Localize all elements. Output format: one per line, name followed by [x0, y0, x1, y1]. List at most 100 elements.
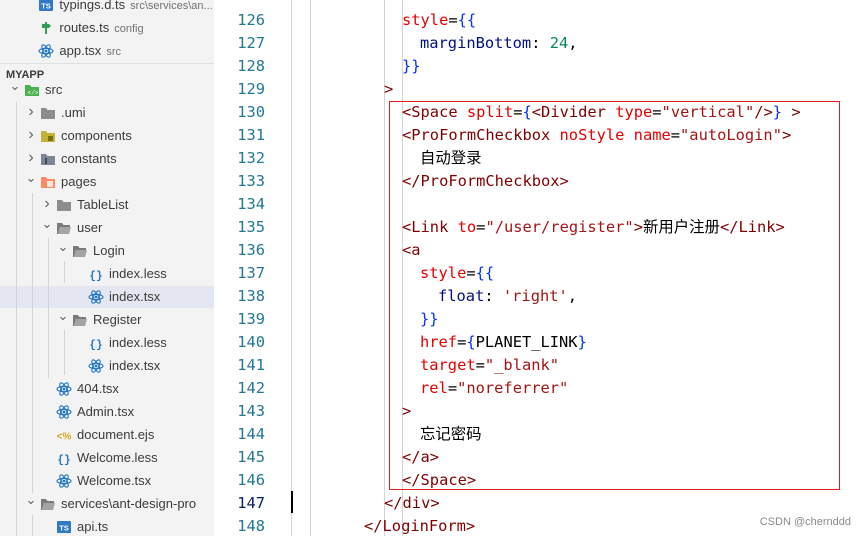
tree-item[interactable]: ⌄ pages — [0, 170, 214, 193]
constants-folder-icon — [40, 151, 56, 167]
file-label: TableList — [77, 197, 129, 212]
components-folder-icon — [40, 128, 56, 144]
code-line[interactable]: </div> — [384, 492, 440, 515]
chevron-down-icon[interactable]: ⌄ — [56, 236, 70, 258]
line-number: 132 — [237, 149, 265, 167]
svg-text:TS: TS — [42, 2, 52, 11]
svg-text:{}: {} — [89, 271, 102, 283]
folder-open-icon — [40, 496, 56, 512]
tree-item[interactable]: › components — [0, 125, 214, 147]
indent-guide — [64, 261, 65, 283]
indent-guide — [64, 330, 65, 375]
line-number: 129 — [237, 80, 265, 98]
line-number: 148 — [237, 517, 265, 535]
file-label: Login — [93, 243, 125, 258]
code-editor[interactable]: <div 126 style={{127 marginBottom: 24, 128}}… — [214, 0, 865, 536]
explorer-panel: TS typings.d.ts src\services\an... routes.t… — [0, 0, 214, 536]
code-token: 24 — [549, 34, 569, 52]
react-file-icon — [56, 381, 72, 397]
file-label: index.tsx — [109, 358, 161, 373]
code-token: }} — [402, 57, 421, 75]
line-number: 127 — [237, 34, 265, 52]
indent-guide — [32, 515, 33, 536]
line-number: 142 — [237, 379, 265, 397]
chevron-right-icon[interactable]: › — [40, 193, 54, 215]
file-label: constants — [61, 151, 117, 166]
chevron-down-icon[interactable]: ⌄ — [8, 75, 22, 97]
chevron-down-icon[interactable]: ⌄ — [24, 489, 38, 511]
file-description: src\services\an... — [130, 0, 213, 12]
code-token: , — [568, 34, 578, 52]
typescript-file-icon: TS — [38, 0, 54, 13]
code-token: {{ — [457, 11, 477, 29]
file-label: components — [61, 128, 132, 143]
line-number: 136 — [237, 241, 265, 259]
line-number: 126 — [237, 11, 265, 29]
line-number: 130 — [237, 103, 265, 121]
file-label: index.tsx — [109, 289, 161, 304]
folder-open-icon — [56, 220, 72, 236]
file-label: app.tsx — [59, 43, 102, 58]
code-token: <div — [384, 0, 421, 4]
tree-item[interactable]: › .umi — [0, 102, 214, 124]
react-file-icon — [88, 289, 104, 305]
chevron-right-icon[interactable]: › — [24, 101, 38, 123]
chevron-right-icon[interactable]: › — [24, 124, 38, 146]
indent-guide — [32, 193, 33, 493]
code-line[interactable]: > — [384, 78, 393, 101]
file-description: config — [114, 23, 144, 35]
indent-guide — [16, 102, 17, 536]
file-label: Register — [93, 312, 142, 327]
line-number: 147 — [237, 494, 265, 512]
svg-text:TS: TS — [59, 524, 69, 533]
line-number: 134 — [237, 195, 265, 213]
tree-item[interactable]: ⌄ </> src — [0, 78, 214, 101]
code-line[interactable]: marginBottom: 24, — [420, 32, 578, 55]
chevron-down-icon[interactable]: ⌄ — [24, 167, 38, 189]
file-label: Welcome.tsx — [77, 473, 152, 488]
chevron-down-icon[interactable]: ⌄ — [56, 305, 70, 327]
file-label: src — [45, 82, 63, 97]
line-number: 143 — [237, 402, 265, 420]
line-number: 139 — [237, 310, 265, 328]
svg-text:<%: <% — [57, 432, 72, 443]
text-cursor — [291, 491, 293, 513]
code-line[interactable]: </LoginForm> — [364, 515, 475, 536]
svg-text:</>: </> — [28, 90, 39, 97]
file-label: 404.tsx — [77, 381, 119, 396]
svg-text:{}: {} — [57, 455, 70, 467]
open-editor-item[interactable]: app.tsx src — [0, 40, 214, 62]
file-label: api.ts — [77, 519, 109, 534]
code-token: </div> — [384, 494, 440, 512]
ejs-file-icon: <% — [56, 427, 72, 443]
line-number: 133 — [237, 172, 265, 190]
code-token: marginBottom — [420, 34, 532, 52]
highlight-box — [389, 101, 840, 490]
folder-open-icon — [72, 243, 88, 259]
line-number: 137 — [237, 264, 265, 282]
code-token: = — [448, 11, 458, 29]
chevron-right-icon[interactable]: › — [24, 147, 38, 169]
routes-file-icon — [38, 20, 54, 36]
line-number: 141 — [237, 356, 265, 374]
code-line[interactable]: style={{ — [402, 9, 476, 32]
less-file-icon: {} — [56, 450, 72, 467]
folder-icon — [56, 197, 72, 213]
react-file-icon — [88, 358, 104, 374]
watermark: CSDN @chernddd — [759, 516, 851, 528]
file-label: typings.d.ts — [59, 0, 126, 12]
file-label: routes.ts — [59, 20, 110, 35]
open-editor-item[interactable]: routes.ts config — [0, 17, 214, 39]
line-number: 146 — [237, 471, 265, 489]
chevron-down-icon[interactable]: ⌄ — [40, 213, 54, 235]
src-folder-icon: </> — [24, 82, 40, 98]
typescript-file-icon: TS — [56, 519, 72, 535]
file-label: Admin.tsx — [77, 404, 135, 419]
tree-item[interactable]: ⌄ services\ant-design-pro — [0, 492, 214, 515]
code-line[interactable]: }} — [402, 55, 421, 78]
open-editor-item[interactable]: TS typings.d.ts src\services\an... — [0, 0, 214, 16]
file-label: document.ejs — [77, 427, 155, 442]
line-number: 140 — [237, 333, 265, 351]
folder-open-icon — [72, 312, 88, 328]
svg-text:{}: {} — [89, 340, 102, 352]
